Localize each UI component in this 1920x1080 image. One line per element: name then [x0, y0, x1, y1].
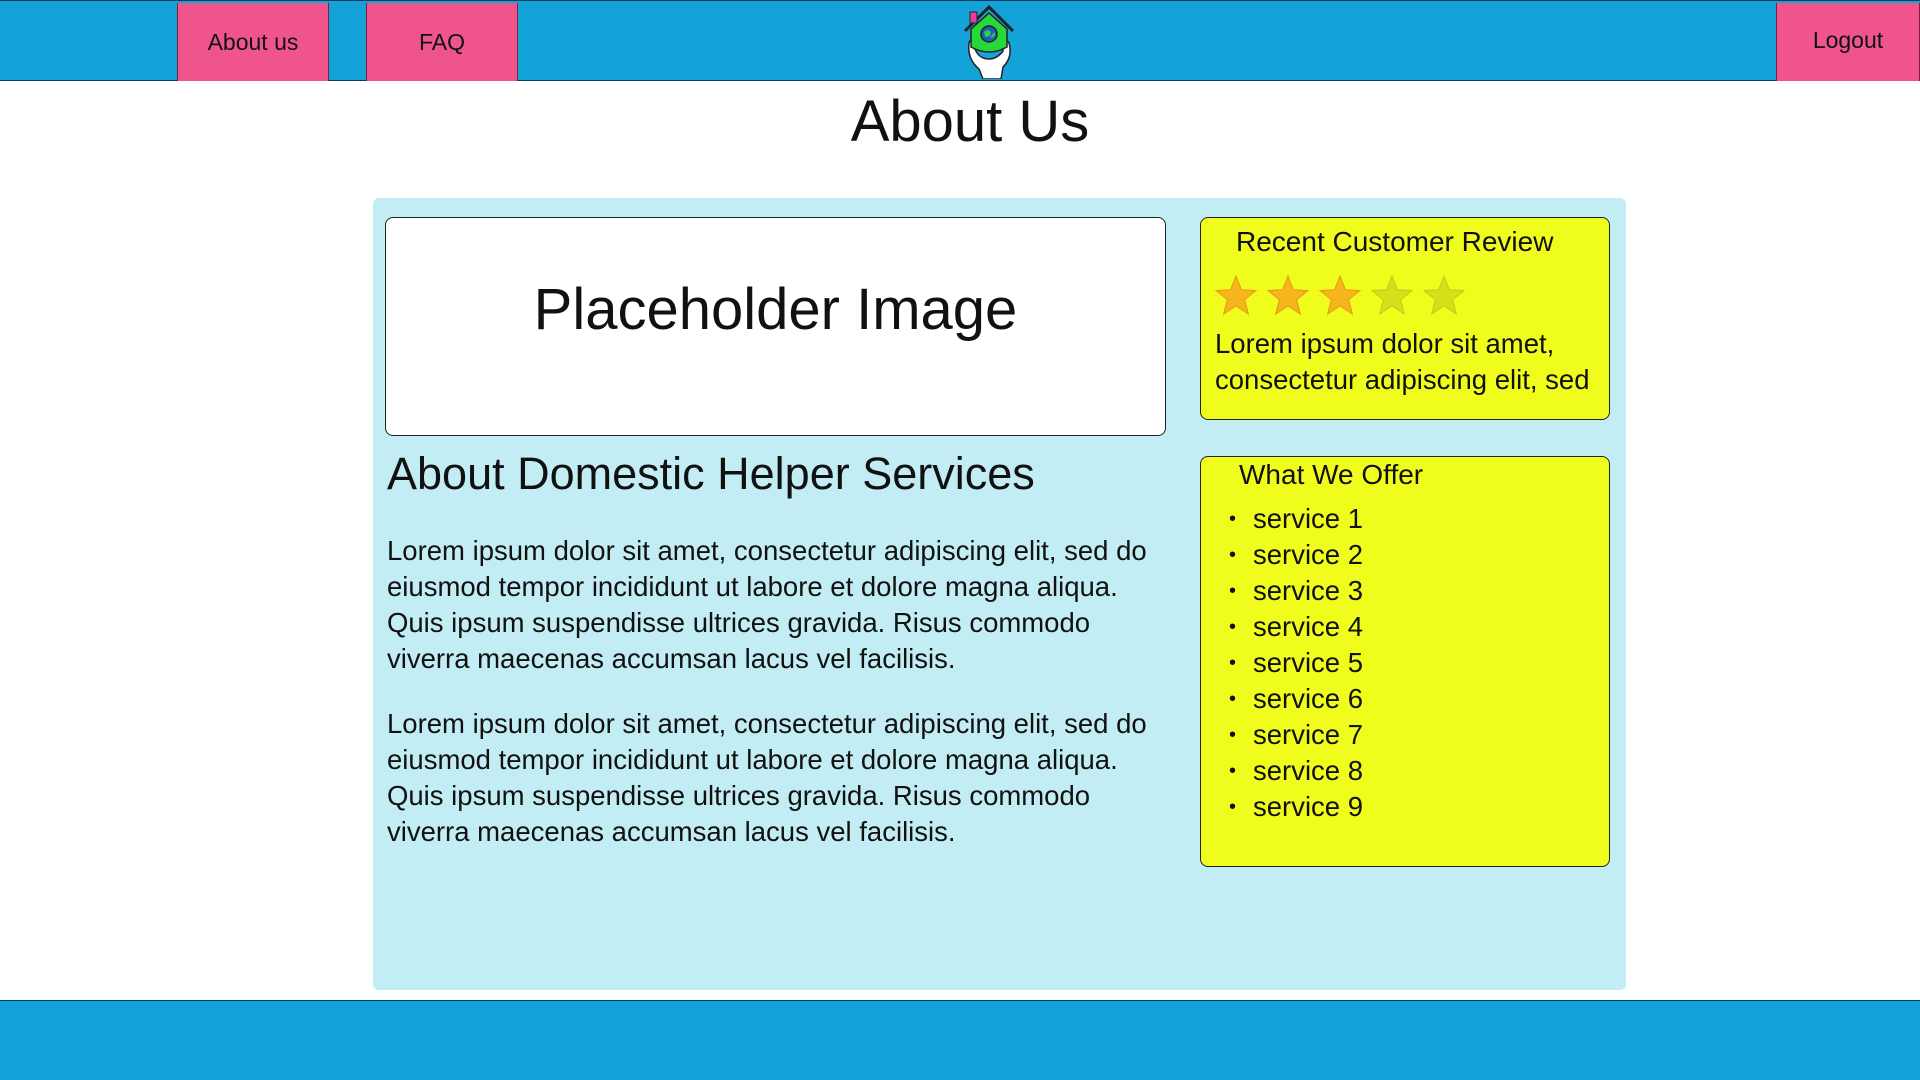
service-list-item: • service 5 [1223, 645, 1363, 681]
service-label: service 8 [1253, 755, 1364, 786]
service-label: service 4 [1253, 611, 1364, 642]
nav-faq-button[interactable]: FAQ [366, 3, 518, 81]
nav-about-us-label: About us [207, 28, 299, 55]
star-empty-icon [1422, 274, 1466, 316]
logout-label: Logout [1812, 27, 1884, 53]
service-list-item: • service 9 [1223, 789, 1363, 825]
content-panel: Placeholder Image About Domestic Helper … [373, 198, 1626, 990]
placeholder-image-label: Placeholder Image [533, 277, 1018, 342]
service-label: service 9 [1253, 791, 1364, 822]
service-list-item: • service 4 [1223, 609, 1363, 645]
nav-about-us-button[interactable]: About us [177, 3, 329, 81]
service-list-item: • service 3 [1223, 573, 1363, 609]
service-label: service 3 [1253, 575, 1364, 606]
service-label: service 5 [1253, 647, 1364, 678]
top-nav-bar: About us FAQ Logout [0, 0, 1920, 81]
service-label: service 7 [1253, 719, 1364, 750]
services-list: • service 1 • service 2 • service 3 • service 4… [1223, 501, 1363, 825]
review-card-title: Recent Customer Review [1236, 226, 1554, 257]
bullet-icon: • [1229, 724, 1237, 746]
about-paragraph-1: Lorem ipsum dolor sit amet, consectetur … [387, 535, 1147, 674]
service-list-item: • service 1 [1223, 501, 1363, 537]
footer-bar [0, 1000, 1920, 1080]
bullet-icon: • [1229, 652, 1237, 674]
service-list-item: • service 8 [1223, 753, 1363, 789]
customer-review-card: Recent Customer Review Lorem ipsum dolor… [1200, 217, 1610, 420]
service-list-item: • service 7 [1223, 717, 1363, 753]
bullet-icon: • [1229, 580, 1237, 602]
bullet-icon: • [1229, 796, 1237, 818]
offer-card-title: What We Offer [1239, 459, 1424, 490]
star-filled-icon [1266, 274, 1310, 316]
service-list-item: • service 2 [1223, 537, 1363, 573]
what-we-offer-card: What We Offer • service 1 • service 2 • servi… [1200, 456, 1610, 867]
service-label: service 6 [1253, 683, 1364, 714]
star-filled-icon [1214, 274, 1258, 316]
bullet-icon: • [1229, 508, 1237, 530]
section-heading: About Domestic Helper Services [387, 448, 1035, 499]
review-text: Lorem ipsum dolor sit amet, consectetur … [1215, 328, 1590, 395]
bullet-icon: • [1229, 616, 1237, 638]
service-label: service 1 [1253, 503, 1364, 534]
service-list-item: • service 6 [1223, 681, 1363, 717]
house-in-hand-logo-icon[interactable] [957, 3, 1021, 79]
star-empty-icon [1370, 274, 1414, 316]
bullet-icon: • [1229, 688, 1237, 710]
bullet-icon: • [1229, 760, 1237, 782]
nav-faq-label: FAQ [418, 28, 465, 55]
about-paragraph-2: Lorem ipsum dolor sit amet, consectetur … [387, 708, 1147, 847]
service-label: service 2 [1253, 539, 1364, 570]
logout-button[interactable]: Logout [1776, 3, 1920, 81]
placeholder-image: Placeholder Image [385, 217, 1166, 436]
star-rating [1214, 274, 1466, 318]
star-filled-icon [1318, 274, 1362, 316]
page-title: About Us [850, 89, 1090, 154]
bullet-icon: • [1229, 544, 1237, 566]
